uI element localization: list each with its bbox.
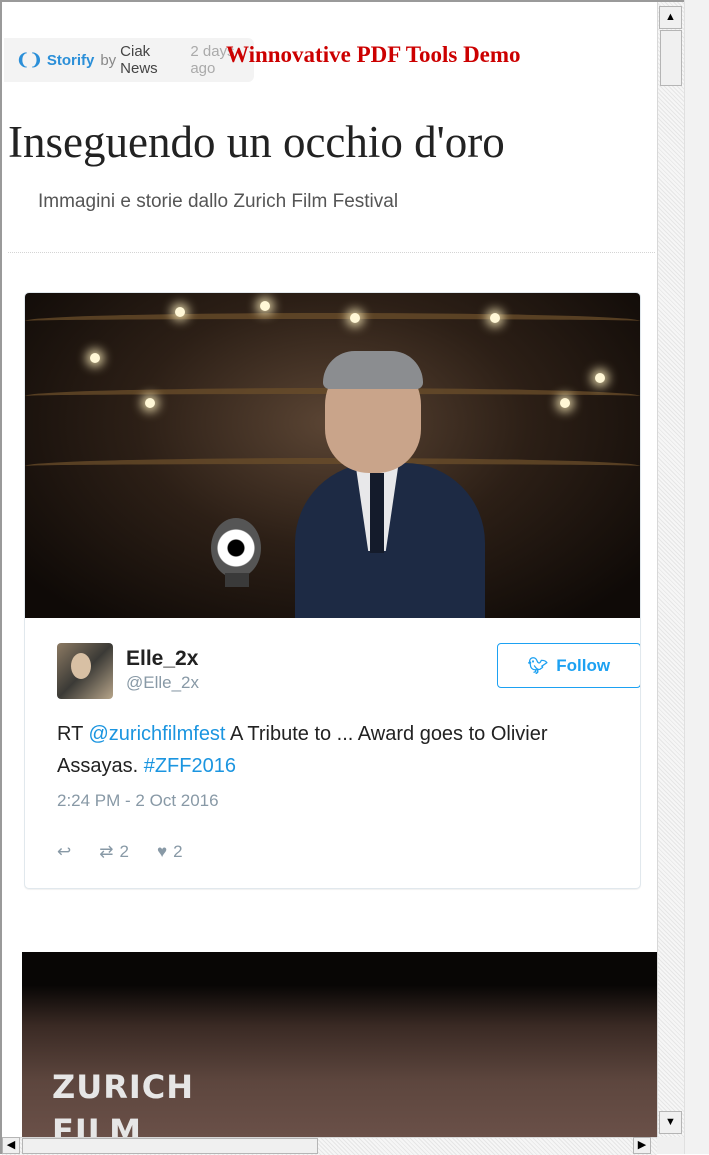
watermark: Winnovative PDF Tools Demo — [226, 42, 521, 67]
stage-light — [560, 398, 570, 408]
storify-logo[interactable]: ❨❩ Storify — [16, 50, 94, 70]
person-tie — [370, 473, 384, 553]
heart-icon: ♥ — [156, 842, 168, 861]
person-hair — [323, 351, 423, 389]
photo-sign-line-2: FILM — [52, 1112, 142, 1137]
retweet-count: 2 — [119, 842, 129, 861]
stage-light — [350, 313, 360, 323]
story-subtitle: Immagini e storie dallo Zurich Film Fest… — [38, 191, 399, 212]
mention-link[interactable]: @zurichfilmfest — [89, 723, 226, 745]
storify-label: Storify — [46, 51, 95, 69]
user-handle[interactable]: @Elle_2x — [126, 673, 199, 693]
stage-light — [175, 307, 185, 317]
scroll-left-button[interactable]: ◀ — [2, 1137, 20, 1154]
retweet-action[interactable]: ⇄ 2 — [99, 842, 129, 862]
scrollbar-corner — [657, 1137, 684, 1154]
scroll-up-button[interactable]: ▲ — [659, 6, 682, 29]
storify-header: ❨❩ Storify by Ciak News 2 days ago — [4, 38, 254, 82]
by-label: by — [100, 51, 117, 69]
window-gutter — [684, 0, 709, 1154]
golden-eye-trophy — [211, 518, 261, 578]
stage-light — [90, 353, 100, 363]
tweet-timestamp[interactable]: 2:24 PM - 2 Oct 2016 — [57, 791, 219, 811]
retweet-icon: ⇄ — [99, 842, 114, 861]
avatar[interactable] — [57, 643, 113, 699]
stage-light — [145, 398, 155, 408]
stage-light — [490, 313, 500, 323]
tweet-text: RT @zurichfilmfest A Tribute to ... Awar… — [57, 718, 617, 782]
reply-action[interactable]: ↩ — [57, 842, 71, 862]
trophy-base — [225, 573, 249, 587]
author-link[interactable]: Ciak News — [120, 43, 182, 77]
hashtag-link[interactable]: #ZFF2016 — [144, 755, 236, 777]
tweet-text-prefix: RT — [57, 723, 89, 745]
divider — [8, 252, 655, 253]
stage-light — [595, 373, 605, 383]
follow-label: Follow — [556, 655, 611, 675]
scroll-right-button[interactable]: ▶ — [633, 1137, 651, 1154]
horizontal-scroll-thumb[interactable] — [22, 1138, 318, 1154]
vertical-scrollbar[interactable] — [657, 2, 685, 1137]
theater-balcony — [25, 458, 640, 474]
reply-icon: ↩ — [57, 842, 72, 861]
like-count: 2 — [173, 842, 183, 861]
storify-icon: ❨❩ — [16, 52, 43, 69]
tweet-photo[interactable] — [25, 293, 640, 618]
story-title: Inseguendo un occhio d'oro — [8, 117, 505, 167]
photo-sign-text: ZURICH FILM — [52, 1065, 194, 1137]
like-action[interactable]: ♥ 2 — [157, 842, 183, 862]
stage-light — [260, 301, 270, 311]
second-photo[interactable]: ZURICH FILM — [22, 952, 657, 1137]
twitter-bird-icon: 🐦︎ — [527, 657, 549, 675]
tweet-actions: ↩ ⇄ 2 ♥ 2 — [57, 841, 211, 863]
follow-button[interactable]: 🐦︎ Follow — [497, 643, 640, 688]
scroll-down-button[interactable]: ▼ — [659, 1111, 682, 1134]
user-name[interactable]: Elle_2x — [126, 647, 198, 671]
theater-balcony — [25, 313, 640, 329]
tweet-card: Elle_2x @Elle_2x 🐦︎ Follow RT @zurichfil… — [24, 292, 641, 889]
photo-sign-line-1: ZURICH — [52, 1068, 194, 1106]
vertical-scroll-thumb[interactable] — [660, 30, 682, 86]
tweet-header: Elle_2x @Elle_2x 🐦︎ Follow — [57, 643, 640, 699]
